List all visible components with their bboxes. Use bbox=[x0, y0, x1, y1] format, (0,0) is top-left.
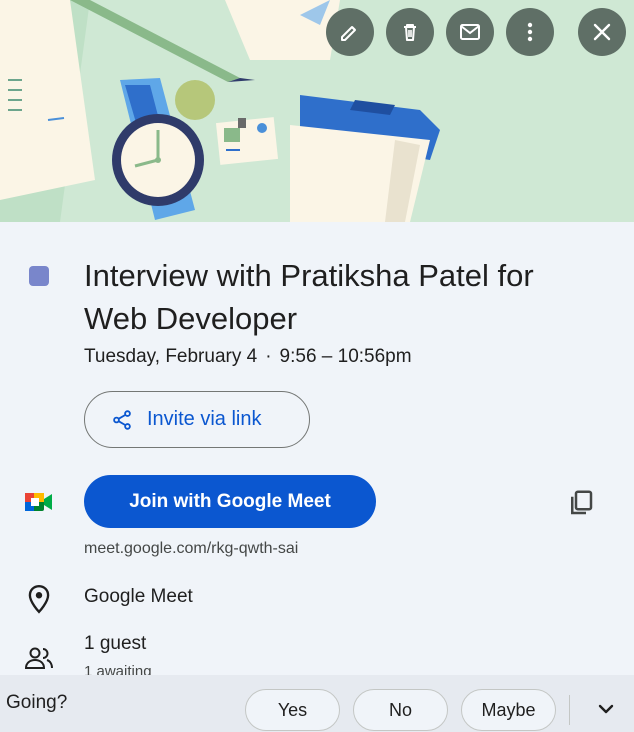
close-icon bbox=[593, 23, 611, 41]
event-date: Tuesday, February 4 bbox=[84, 346, 258, 367]
rsvp-no-button[interactable]: No bbox=[353, 689, 448, 731]
chevron-down-icon[interactable] bbox=[594, 697, 618, 721]
rsvp-yes-button[interactable]: Yes bbox=[245, 689, 340, 731]
event-location: Google Meet bbox=[84, 586, 193, 607]
more-options-button[interactable] bbox=[506, 8, 554, 56]
meet-link[interactable]: meet.google.com/rkg-qwth-sai bbox=[84, 540, 298, 558]
datetime-separator: · bbox=[265, 346, 272, 367]
event-datetime: Tuesday, February 4 · 9:56 – 10:56pm bbox=[84, 346, 412, 368]
guests-icon bbox=[24, 647, 53, 669]
event-time: 9:56 – 10:56pm bbox=[279, 346, 412, 367]
pencil-icon bbox=[341, 26, 356, 41]
mail-icon bbox=[460, 24, 480, 40]
rsvp-prompt: Going? bbox=[6, 692, 68, 713]
invite-via-link-button[interactable]: Invite via link bbox=[84, 391, 310, 448]
invite-label: Invite via link bbox=[147, 408, 262, 430]
event-color-chip bbox=[29, 266, 49, 286]
guest-count: 1 guest bbox=[84, 633, 147, 654]
event-title: Interview with Pratiksha Patel for Web D… bbox=[84, 258, 534, 336]
trash-icon bbox=[404, 24, 416, 41]
close-button[interactable] bbox=[578, 8, 626, 56]
edit-button[interactable] bbox=[326, 8, 374, 56]
rsvp-divider bbox=[569, 695, 570, 725]
google-meet-icon bbox=[25, 493, 52, 511]
location-pin-icon bbox=[28, 584, 50, 614]
rsvp-maybe-button[interactable]: Maybe bbox=[461, 689, 556, 731]
share-icon bbox=[113, 409, 131, 430]
more-vert-icon bbox=[527, 22, 533, 42]
email-button[interactable] bbox=[446, 8, 494, 56]
delete-button[interactable] bbox=[386, 8, 434, 56]
header-illustration bbox=[0, 0, 634, 222]
join-google-meet-button[interactable]: Join with Google Meet bbox=[84, 475, 376, 528]
rsvp-bar: Going? Yes No Maybe bbox=[0, 675, 634, 732]
copy-icon[interactable] bbox=[566, 488, 596, 518]
